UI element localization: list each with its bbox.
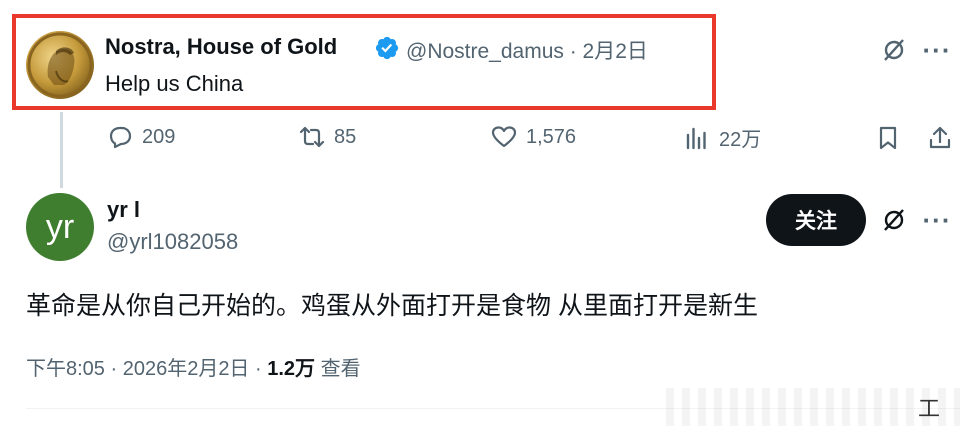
view-count: 22万 bbox=[719, 129, 762, 151]
grok-icon[interactable] bbox=[877, 203, 911, 237]
reply-author-handle[interactable]: @yrl1082058 bbox=[107, 229, 238, 255]
grok-icon[interactable] bbox=[877, 33, 911, 67]
more-options-icon[interactable]: ··· bbox=[920, 203, 954, 237]
views-label: 查看 bbox=[315, 358, 361, 380]
watermark-stripes bbox=[666, 388, 960, 426]
thread-connector-line bbox=[60, 112, 63, 188]
reply-author-avatar[interactable]: yr bbox=[26, 193, 94, 261]
reply-author-name[interactable]: yr l bbox=[107, 197, 140, 223]
tweet-timestamp[interactable]: 下午8:05 · 2026年2月2日 · bbox=[26, 358, 267, 380]
like-count: 1,576 bbox=[526, 125, 577, 148]
tweet-view-count: 1.2万 bbox=[267, 358, 316, 380]
share-icon[interactable] bbox=[923, 121, 957, 155]
views-button[interactable]: 22万 bbox=[683, 123, 761, 152]
repost-count: 85 bbox=[334, 125, 357, 148]
reply-tweet-text: 革命是从你自己开始的。鸡蛋从外面打开是食物 从里面打开是新生 bbox=[26, 292, 758, 320]
reply-button[interactable]: 209 bbox=[106, 123, 175, 151]
tweet-meta: 下午8:05 · 2026年2月2日 · 1.2万 查看 bbox=[26, 352, 361, 381]
analytics-icon bbox=[686, 127, 706, 149]
reply-count: 209 bbox=[142, 125, 176, 148]
repost-button[interactable]: 85 bbox=[298, 123, 356, 151]
repost-icon bbox=[299, 126, 325, 148]
reply-icon bbox=[109, 126, 132, 149]
like-button[interactable]: 1,576 bbox=[490, 123, 576, 151]
more-options-icon[interactable]: ··· bbox=[920, 33, 954, 67]
highlight-box bbox=[12, 14, 716, 110]
watermark-text: 工 bbox=[918, 396, 941, 421]
heart-icon bbox=[491, 126, 517, 148]
follow-button[interactable]: 关注 bbox=[766, 194, 866, 246]
bookmark-icon[interactable] bbox=[871, 121, 905, 155]
